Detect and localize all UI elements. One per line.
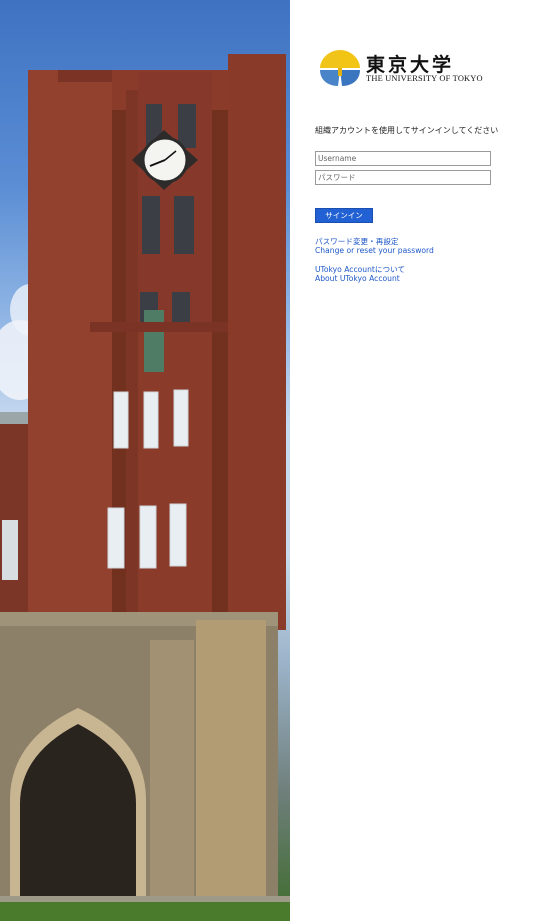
campus-tower-photo [0, 0, 290, 921]
signin-button[interactable]: サインイン [315, 208, 373, 223]
password-change-link-en[interactable]: Change or reset your password [315, 246, 434, 255]
logo-title-en: THE UNIVERSITY OF TOKYO [366, 74, 483, 83]
ginkgo-icon [320, 50, 360, 86]
about-account-link-en[interactable]: About UTokyo Account [315, 274, 400, 283]
logo-title-ja: 東京大学 [366, 54, 455, 76]
university-logo: 東京大学 THE UNIVERSITY OF TOKYO [320, 46, 483, 92]
login-panel: 東京大学 THE UNIVERSITY OF TOKYO 組織アカウントを使用し… [290, 0, 540, 921]
password-input[interactable] [315, 170, 491, 185]
username-input[interactable] [315, 151, 491, 166]
signin-instruction: 組織アカウントを使用してサインインしてください [315, 126, 499, 135]
